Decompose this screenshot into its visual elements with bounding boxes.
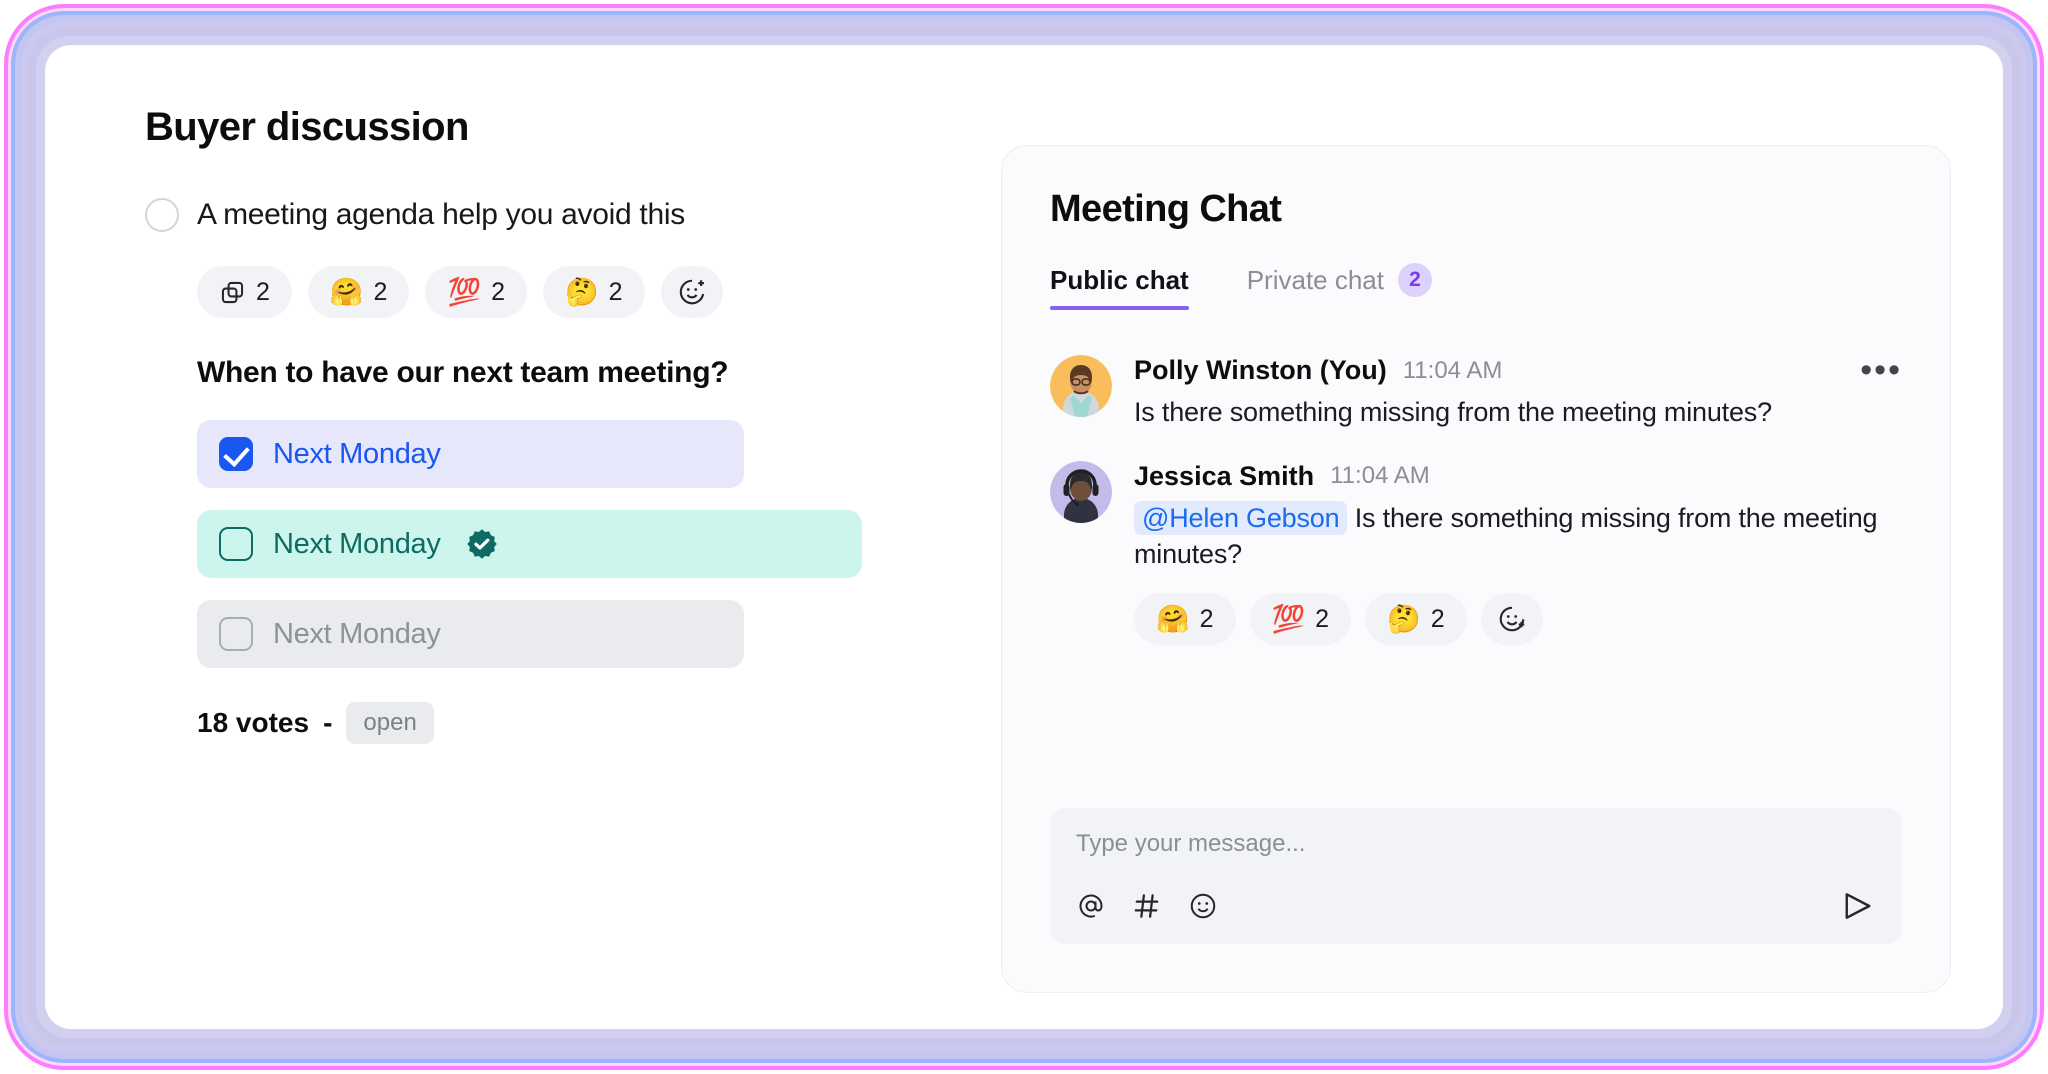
agenda-item-label: A meeting agenda help you avoid this bbox=[197, 198, 685, 231]
reaction-count: 2 bbox=[491, 277, 505, 306]
reaction-count: 2 bbox=[1199, 604, 1214, 633]
hundred-points-icon: 💯 bbox=[1271, 603, 1306, 634]
add-reaction-icon bbox=[679, 279, 704, 305]
reaction-chip-copy[interactable]: 2 bbox=[197, 266, 292, 318]
checkbox-checked-icon[interactable] bbox=[219, 437, 253, 471]
chat-title: Meeting Chat bbox=[1050, 188, 1282, 230]
reaction-count: 2 bbox=[373, 277, 388, 306]
verified-badge-icon bbox=[466, 529, 497, 559]
reaction-chip-hundred[interactable]: 💯 2 bbox=[1249, 593, 1352, 646]
tab-private-chat[interactable]: Private chat 2 bbox=[1247, 263, 1432, 311]
chat-message: Jessica Smith 11:04 AM @Helen Gebson Is … bbox=[1050, 460, 1902, 646]
poll-vote-count: 18 votes bbox=[197, 707, 310, 738]
poll-separator: - bbox=[323, 707, 333, 738]
reaction-count: 2 bbox=[608, 277, 623, 306]
reaction-count: 2 bbox=[256, 277, 270, 306]
reaction-chip-hug[interactable]: 🤗 2 bbox=[307, 266, 410, 318]
poll-option-3[interactable]: Next Monday bbox=[197, 600, 744, 668]
checkbox-unchecked-icon[interactable] bbox=[219, 617, 253, 651]
message-text: @Helen Gebson Is there something missing… bbox=[1134, 500, 1902, 573]
chat-message: Polly Winston (You) 11:04 AM ••• Is ther… bbox=[1050, 353, 1902, 431]
message-reactions: 🤗 2 💯 2 🤔 2 bbox=[1134, 593, 1902, 646]
mention-chip[interactable]: @Helen Gebson bbox=[1134, 500, 1348, 535]
message-timestamp: 11:04 AM bbox=[1402, 356, 1503, 384]
reaction-chip-hug[interactable]: 🤗 2 bbox=[1134, 593, 1236, 646]
tab-badge-count: 2 bbox=[1398, 263, 1432, 297]
poll-option-label: Next Monday bbox=[273, 527, 441, 560]
reaction-count: 2 bbox=[1430, 604, 1445, 633]
thinking-face-icon: 🤔 bbox=[564, 276, 599, 307]
avatar[interactable] bbox=[1050, 460, 1112, 523]
poll-option-label: Next Monday bbox=[273, 437, 441, 470]
tab-label: Public chat bbox=[1050, 264, 1189, 295]
message-more-menu-icon[interactable]: ••• bbox=[1860, 353, 1902, 387]
poll-option-1[interactable]: Next Monday bbox=[197, 420, 744, 488]
app-stage: Buyer discussion A meeting agenda help y… bbox=[45, 45, 2003, 1029]
poll-footer: 18 votes - open bbox=[197, 702, 965, 744]
add-reaction-button[interactable] bbox=[660, 266, 723, 318]
radio-unselected-icon[interactable] bbox=[145, 198, 179, 232]
reaction-count: 2 bbox=[1315, 604, 1330, 633]
buyer-discussion-pane: Buyer discussion A meeting agenda help y… bbox=[145, 105, 965, 744]
avatar[interactable] bbox=[1050, 355, 1112, 417]
agenda-reactions: 2 🤗 2 💯 2 🤔 2 bbox=[197, 266, 965, 318]
message-timestamp: 11:04 AM bbox=[1330, 462, 1430, 490]
add-reaction-button[interactable] bbox=[1480, 593, 1543, 646]
copy-icon bbox=[221, 281, 244, 303]
decorative-frame: Buyer discussion A meeting agenda help y… bbox=[4, 4, 2044, 1070]
meeting-chat-card: Meeting Chat Public chat Private chat 2 bbox=[1001, 145, 1951, 993]
agenda-item[interactable]: A meeting agenda help you avoid this bbox=[145, 198, 965, 232]
reaction-chip-hundred[interactable]: 💯 2 bbox=[425, 266, 527, 318]
hugging-face-icon: 🤗 bbox=[1156, 603, 1190, 634]
hugging-face-icon: 🤗 bbox=[329, 276, 364, 307]
chat-tabs: Public chat Private chat 2 bbox=[1050, 263, 1902, 311]
add-reaction-icon bbox=[1499, 606, 1524, 632]
message-author: Polly Winston (You) bbox=[1134, 355, 1387, 385]
thinking-face-icon: 🤔 bbox=[1387, 603, 1421, 634]
poll-status-badge: open bbox=[346, 702, 434, 744]
reaction-chip-thinking[interactable]: 🤔 2 bbox=[542, 266, 645, 318]
poll-option-label: Next Monday bbox=[273, 617, 441, 650]
send-icon[interactable] bbox=[1840, 888, 1876, 924]
message-input-placeholder[interactable]: Type your message... bbox=[1076, 830, 1876, 858]
tab-public-chat[interactable]: Public chat bbox=[1050, 265, 1189, 310]
message-author: Jessica Smith bbox=[1134, 460, 1315, 491]
emoji-icon[interactable] bbox=[1188, 891, 1218, 921]
poll-question: When to have our next team meeting? bbox=[197, 356, 729, 389]
hundred-points-icon: 💯 bbox=[447, 276, 482, 307]
page-title: Buyer discussion bbox=[145, 105, 469, 149]
tab-label: Private chat bbox=[1246, 264, 1384, 295]
message-text: Is there something missing from the meet… bbox=[1134, 397, 1772, 427]
checkbox-unchecked-icon[interactable] bbox=[219, 527, 253, 561]
composer-toolbar bbox=[1076, 888, 1876, 924]
at-icon[interactable] bbox=[1076, 891, 1106, 921]
hash-icon[interactable] bbox=[1132, 891, 1162, 921]
poll-option-2[interactable]: Next Monday bbox=[197, 510, 862, 578]
reaction-chip-thinking[interactable]: 🤔 2 bbox=[1365, 593, 1467, 646]
message-composer[interactable]: Type your message... bbox=[1050, 808, 1902, 944]
